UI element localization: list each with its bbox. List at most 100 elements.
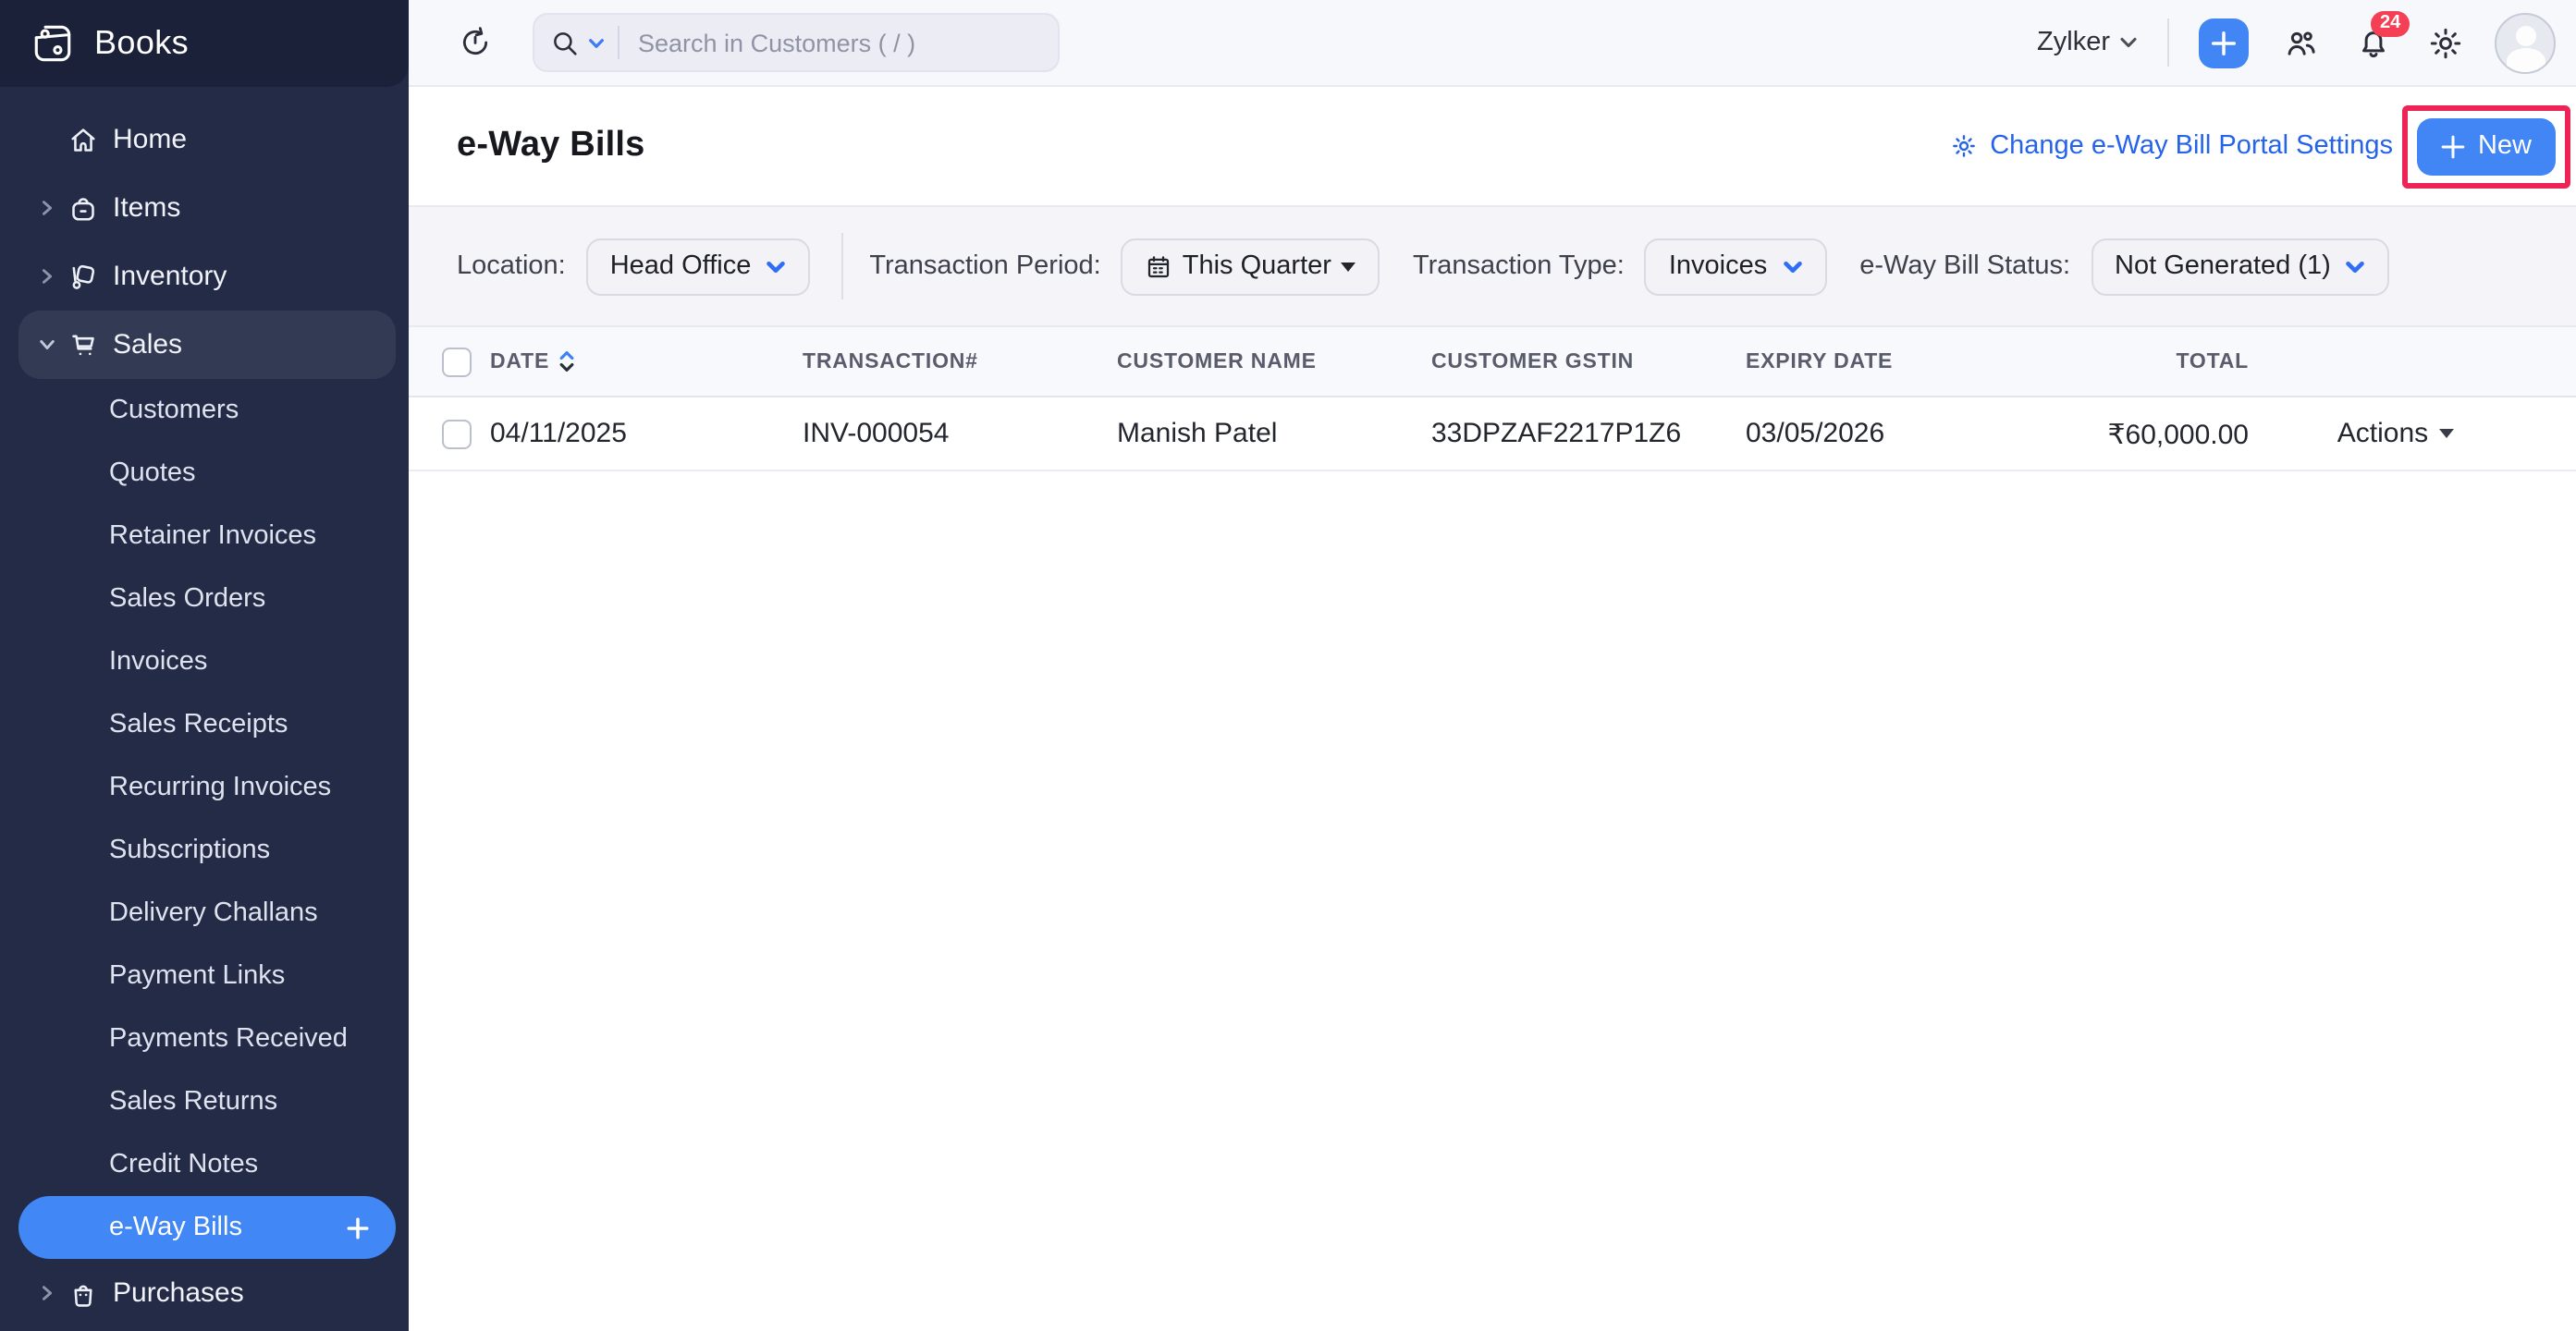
row-actions-button[interactable]: Actions	[2326, 416, 2465, 451]
sidebar-item-customers[interactable]: Customers	[0, 379, 409, 442]
row-checkbox[interactable]	[442, 419, 472, 448]
notification-badge: 24	[2371, 10, 2410, 36]
sidebar-item-sales[interactable]: Sales	[18, 311, 396, 379]
filter-bar: Location: Head Office Transaction Period…	[409, 205, 2576, 327]
period-filter: Transaction Period: This Quarter	[869, 238, 1380, 295]
period-value: This Quarter	[1183, 251, 1331, 281]
sub-item-label: Quotes	[109, 458, 196, 488]
org-selector[interactable]: Zylker	[2037, 28, 2138, 57]
calendar-icon	[1146, 252, 1173, 280]
column-label: DATE	[490, 350, 549, 372]
brand-logo[interactable]: Books	[0, 0, 409, 87]
topbar: Zylker 24	[409, 0, 2576, 87]
sidebar-item-sales-returns[interactable]: Sales Returns	[0, 1070, 409, 1133]
quick-create-button[interactable]	[2199, 18, 2249, 67]
period-dropdown[interactable]: This Quarter	[1122, 238, 1380, 295]
type-dropdown[interactable]: Invoices	[1645, 238, 1826, 295]
plus-icon	[2441, 134, 2465, 158]
org-name: Zylker	[2037, 28, 2110, 57]
type-value: Invoices	[1669, 251, 1767, 281]
sub-item-label: Invoices	[109, 647, 207, 677]
sidebar-item-items[interactable]: Items	[0, 174, 409, 242]
type-label: Transaction Type:	[1413, 251, 1625, 281]
sidebar-item-quotes[interactable]: Quotes	[0, 442, 409, 505]
sidebar-item-payments-received[interactable]: Payments Received	[0, 1007, 409, 1070]
filter-divider	[841, 233, 843, 299]
location-value: Head Office	[610, 251, 752, 281]
sales-subnav: Customers Quotes Retainer Invoices Sales…	[0, 379, 409, 1259]
cell-expiry-date: 03/05/2026	[1746, 418, 2060, 449]
sidebar-item-label: Home	[113, 124, 187, 155]
column-header-total[interactable]: TOTAL	[2060, 350, 2249, 372]
sidebar: Books Home	[0, 0, 409, 1331]
books-logo-icon	[30, 20, 76, 67]
sub-item-label: Sales Returns	[109, 1087, 277, 1117]
caret-down-icon	[2439, 429, 2454, 438]
avatar-body	[2506, 47, 2545, 73]
change-portal-settings-link[interactable]: Change e-Way Bill Portal Settings	[1949, 131, 2393, 161]
cell-transaction-number[interactable]: INV-000054	[803, 418, 1117, 449]
cell-customer-gstin: 33DPZAF2217P1Z6	[1431, 418, 1746, 449]
location-label: Location:	[457, 251, 566, 281]
sidebar-item-sales-orders[interactable]: Sales Orders	[0, 568, 409, 630]
table-row[interactable]: 04/11/2025 INV-000054 Manish Patel 33DPZ…	[409, 397, 2576, 471]
topbar-divider	[2167, 18, 2169, 67]
sub-item-label: Delivery Challans	[109, 898, 318, 928]
sidebar-item-retainer-invoices[interactable]: Retainer Invoices	[0, 505, 409, 568]
sidebar-item-delivery-challans[interactable]: Delivery Challans	[0, 882, 409, 945]
sidebar-item-sales-receipts[interactable]: Sales Receipts	[0, 693, 409, 756]
topbar-right: Zylker 24	[2037, 0, 2556, 85]
status-dropdown[interactable]: Not Generated (1)	[2091, 238, 2390, 295]
column-header-transaction[interactable]: TRANSACTION#	[803, 350, 1117, 372]
gear-icon[interactable]	[2426, 23, 2465, 62]
sidebar-item-inventory[interactable]: Inventory	[0, 242, 409, 311]
sidebar-item-payment-links[interactable]: Payment Links	[0, 945, 409, 1007]
location-filter: Location: Head Office	[457, 238, 810, 295]
search-input[interactable]	[634, 27, 1043, 58]
caret-down-icon	[1341, 262, 1355, 271]
new-button-wrap: New	[2417, 117, 2556, 175]
sidebar-item-purchases[interactable]: Purchases	[0, 1259, 409, 1327]
new-button[interactable]: New	[2417, 117, 2556, 175]
sub-item-label: Sales Orders	[109, 584, 265, 614]
gear-icon	[1949, 131, 1979, 161]
main-content: e-Way Bills Change e-Way Bill Portal Set…	[409, 87, 2576, 1331]
sub-item-label: Payment Links	[109, 961, 285, 991]
sidebar-item-subscriptions[interactable]: Subscriptions	[0, 819, 409, 882]
sidebar-item-recurring-invoices[interactable]: Recurring Invoices	[0, 756, 409, 819]
column-header-expiry-date[interactable]: EXPIRY DATE	[1746, 350, 2060, 372]
sub-item-label: Payments Received	[109, 1024, 348, 1054]
column-header-date[interactable]: DATE	[490, 350, 803, 372]
status-label: e-Way Bill Status:	[1859, 251, 2070, 281]
cell-total: ₹60,000.00	[2060, 417, 2249, 450]
purchases-bag-icon	[65, 1276, 100, 1310]
home-icon	[65, 123, 100, 156]
users-icon[interactable]	[2282, 23, 2321, 62]
sidebar-item-credit-notes[interactable]: Credit Notes	[0, 1133, 409, 1196]
link-label: Change e-Way Bill Portal Settings	[1990, 131, 2393, 161]
history-icon[interactable]	[457, 24, 494, 61]
page-header: e-Way Bills Change e-Way Bill Portal Set…	[409, 87, 2576, 205]
location-dropdown[interactable]: Head Office	[586, 238, 811, 295]
sub-item-label: e-Way Bills	[109, 1213, 242, 1242]
plus-icon[interactable]	[346, 1215, 370, 1239]
sidebar-item-home[interactable]: Home	[0, 105, 409, 174]
inventory-icon	[65, 260, 100, 293]
eway-bills-table: DATE TRANSACTION# CUSTOMER NAME CUSTOMER…	[409, 327, 2576, 471]
column-header-customer-name[interactable]: CUSTOMER NAME	[1117, 350, 1431, 372]
column-header-customer-gstin[interactable]: CUSTOMER GSTIN	[1431, 350, 1746, 372]
sub-item-label: Recurring Invoices	[109, 773, 331, 802]
global-search[interactable]	[533, 13, 1060, 72]
sidebar-item-invoices[interactable]: Invoices	[0, 630, 409, 693]
chevron-down-icon	[766, 256, 786, 276]
sidebar-item-eway-bills-active[interactable]: e-Way Bills	[18, 1196, 396, 1259]
search-scope-chevron-icon[interactable]	[588, 34, 605, 51]
bell-icon[interactable]: 24	[2354, 23, 2393, 62]
chevron-down-icon	[2346, 256, 2366, 276]
cell-actions: Actions	[2249, 416, 2543, 451]
avatar[interactable]	[2495, 12, 2556, 73]
select-all-checkbox[interactable]	[442, 347, 472, 376]
chevron-right-icon	[37, 1285, 55, 1301]
cart-icon	[65, 328, 100, 361]
cell-date: 04/11/2025	[490, 418, 803, 449]
